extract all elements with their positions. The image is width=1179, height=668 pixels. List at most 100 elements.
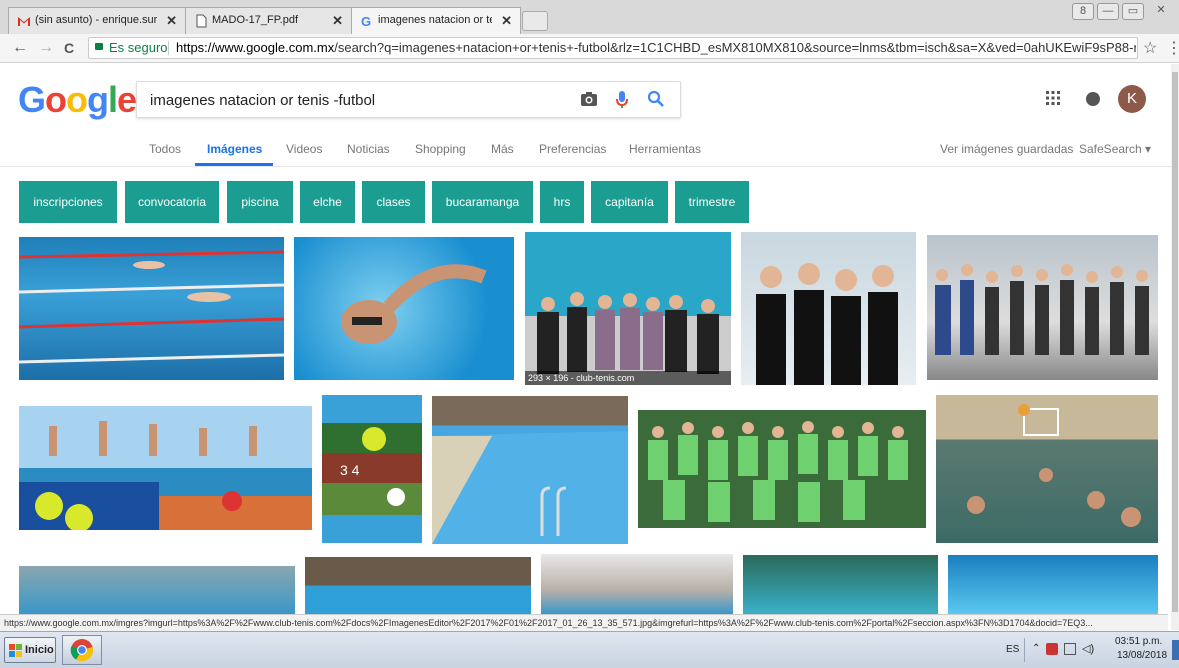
network-icon[interactable] bbox=[1064, 643, 1076, 655]
browser-tab-strip: (sin asunto) - enrique.sur.m ✕ MADO-17_F… bbox=[0, 0, 1179, 35]
image-result[interactable] bbox=[19, 237, 284, 380]
tab-videos[interactable]: Videos bbox=[286, 142, 322, 156]
logo-letter: l bbox=[108, 79, 118, 120]
address-bar[interactable]: Es seguro https://www.google.com.mx/sear… bbox=[88, 37, 1138, 59]
chip-hrs[interactable]: hrs bbox=[540, 181, 584, 223]
user-icon[interactable]: 8 bbox=[1072, 3, 1094, 20]
action-center-icon[interactable] bbox=[1046, 643, 1058, 655]
chip-clases[interactable]: clases bbox=[362, 181, 425, 223]
image-result[interactable] bbox=[948, 555, 1158, 614]
safesearch-menu[interactable]: SafeSearch ▾ bbox=[1079, 142, 1151, 156]
address-toolbar: ← → C Es seguro https://www.google.com.m… bbox=[0, 34, 1179, 63]
header-divider bbox=[0, 166, 1172, 167]
clock-date[interactable]: 13/08/2018 bbox=[1117, 650, 1167, 661]
clock-time[interactable]: 03:51 p.m. bbox=[1115, 636, 1162, 647]
image-size-caption: 293 × 196 - club-tenis.com bbox=[525, 371, 731, 385]
avatar[interactable]: K bbox=[1118, 85, 1146, 113]
image-result[interactable] bbox=[927, 235, 1158, 380]
water-polo-image bbox=[967, 404, 1141, 527]
taskbar-chrome-button[interactable] bbox=[62, 635, 102, 665]
logo-letter: e bbox=[117, 79, 137, 120]
image-result[interactable] bbox=[294, 237, 514, 380]
tab-todos[interactable]: Todos bbox=[149, 142, 181, 156]
windows-logo-icon bbox=[9, 644, 22, 657]
svg-text:G: G bbox=[361, 14, 371, 28]
close-window-button[interactable]: ✕ bbox=[1150, 3, 1172, 20]
image-result[interactable]: 3 4 bbox=[322, 395, 422, 543]
image-result[interactable] bbox=[541, 554, 733, 614]
tab-close-icon[interactable]: ✕ bbox=[166, 8, 177, 33]
tab-close-icon[interactable]: ✕ bbox=[332, 8, 343, 33]
image-result[interactable] bbox=[741, 232, 916, 385]
tab-gmail[interactable]: (sin asunto) - enrique.sur.m ✕ bbox=[8, 7, 186, 34]
volume-icon[interactable]: ◁) bbox=[1082, 642, 1094, 655]
new-tab-button[interactable] bbox=[522, 11, 548, 31]
image-result[interactable] bbox=[525, 232, 731, 385]
logo-letter: g bbox=[87, 79, 109, 120]
image-result[interactable] bbox=[743, 555, 938, 614]
tab-close-icon[interactable]: ✕ bbox=[501, 8, 512, 33]
scrollbar-thumb[interactable] bbox=[1172, 72, 1178, 612]
maximize-button[interactable]: ▭ bbox=[1122, 3, 1144, 20]
divider bbox=[168, 41, 169, 55]
svg-text:3 4: 3 4 bbox=[340, 462, 360, 478]
tray-divider bbox=[1024, 638, 1025, 662]
logo-letter: G bbox=[18, 79, 46, 120]
show-hidden-icons-icon[interactable]: ⌃ bbox=[1032, 643, 1040, 654]
taskbar: Inicio ES ⌃ ◁) 03:51 p.m. 13/08/2018 bbox=[0, 631, 1179, 668]
tab-noticias[interactable]: Noticias bbox=[347, 142, 390, 156]
language-indicator[interactable]: ES bbox=[1006, 644, 1019, 655]
team-green-shirts-image bbox=[648, 421, 908, 522]
secure-label: Es seguro bbox=[109, 40, 168, 55]
chip-convocatoria[interactable]: convocatoria bbox=[125, 181, 219, 223]
url-text: https://www.google.com.mx/search?q=image… bbox=[176, 38, 1136, 58]
camera-icon[interactable] bbox=[580, 90, 598, 108]
saved-images-link[interactable]: Ver imágenes guardadas bbox=[940, 142, 1073, 156]
minimize-button[interactable]: — bbox=[1097, 3, 1119, 20]
chip-inscripciones[interactable]: inscripciones bbox=[19, 181, 117, 223]
tab-imagenes[interactable]: Imágenes bbox=[207, 142, 262, 156]
reload-button[interactable]: C bbox=[64, 40, 74, 56]
tab-mas[interactable]: Más bbox=[491, 142, 514, 156]
tab-shopping[interactable]: Shopping bbox=[415, 142, 466, 156]
chip-capitania[interactable]: capitanía bbox=[591, 181, 668, 223]
chip-elche[interactable]: elche bbox=[300, 181, 355, 223]
show-desktop-button[interactable] bbox=[1172, 640, 1179, 660]
minimize-icon: — bbox=[1102, 5, 1114, 17]
image-result[interactable] bbox=[638, 410, 926, 528]
tab-title: imagenes natacion or tenis bbox=[378, 14, 492, 26]
bookmark-star-icon[interactable]: ☆ bbox=[1143, 38, 1157, 58]
chip-trimestre[interactable]: trimestre bbox=[675, 181, 749, 223]
search-query: imagenes natacion or tenis -futbol bbox=[150, 92, 376, 109]
image-result[interactable] bbox=[305, 557, 531, 614]
tab-title: (sin asunto) - enrique.sur.m bbox=[35, 14, 157, 26]
apps-icon[interactable] bbox=[1045, 90, 1061, 106]
image-result[interactable] bbox=[432, 396, 628, 544]
browser-menu-icon[interactable]: ⋮ bbox=[1166, 38, 1179, 58]
image-result[interactable] bbox=[19, 406, 312, 530]
chip-bucaramanga[interactable]: bucaramanga bbox=[432, 181, 533, 223]
document-icon bbox=[196, 14, 207, 28]
forward-button[interactable]: → bbox=[38, 39, 54, 57]
notifications-icon[interactable] bbox=[1086, 92, 1100, 106]
lock-icon bbox=[95, 43, 103, 50]
start-button[interactable]: Inicio bbox=[4, 637, 56, 663]
image-result[interactable] bbox=[936, 395, 1158, 543]
google-logo[interactable]: Google bbox=[18, 79, 137, 120]
female-swimmers-image bbox=[756, 263, 898, 385]
search-icon[interactable] bbox=[647, 90, 665, 108]
image-result[interactable] bbox=[19, 566, 295, 614]
url-path: /search?q=imagenes+natacion+or+tenis+-fu… bbox=[334, 40, 1136, 55]
tab-herramientas[interactable]: Herramientas bbox=[629, 142, 701, 156]
swim-team-group-image bbox=[537, 292, 719, 374]
back-button[interactable]: ← bbox=[12, 39, 28, 57]
swimming-pool-lanes-image bbox=[19, 250, 284, 364]
search-input[interactable]: imagenes natacion or tenis -futbol bbox=[136, 81, 681, 118]
mic-icon[interactable] bbox=[615, 90, 629, 110]
tab-pdf[interactable]: MADO-17_FP.pdf ✕ bbox=[185, 7, 352, 34]
tab-preferencias[interactable]: Preferencias bbox=[539, 142, 606, 156]
tab-google-images[interactable]: G imagenes natacion or tenis ✕ bbox=[351, 7, 521, 35]
tab-title: MADO-17_FP.pdf bbox=[212, 14, 299, 26]
google-icon: G bbox=[361, 14, 371, 28]
chip-piscina[interactable]: piscina bbox=[227, 181, 293, 223]
